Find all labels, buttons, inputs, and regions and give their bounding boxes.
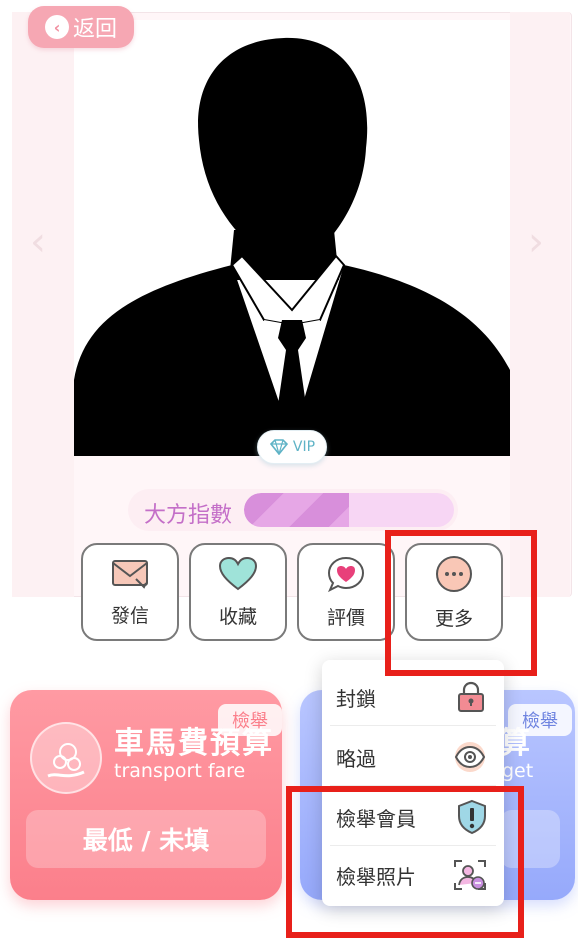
vip-label: VIP — [292, 439, 316, 455]
chevron-right-icon[interactable]: › — [528, 222, 552, 264]
vip-badge: VIP — [257, 430, 327, 464]
report-tag[interactable]: 檢舉 — [508, 704, 572, 736]
transport-fare-card: 車馬費預算 transport fare 最低 / 未填 檢舉 — [10, 690, 282, 900]
coin-hand-icon — [30, 722, 102, 794]
favorite-button[interactable]: 收藏 — [189, 543, 287, 641]
transport-fare-subtitle: transport fare — [114, 760, 246, 782]
photo-nav-right-area[interactable]: › — [510, 12, 570, 597]
profile-photo[interactable] — [74, 20, 510, 456]
menu-item-block[interactable]: 封鎖 — [322, 668, 504, 726]
review-button[interactable]: 評價 — [297, 543, 395, 641]
generosity-index-fill — [244, 493, 349, 527]
menu-item-label: 封鎖 — [336, 686, 376, 711]
send-message-label: 發信 — [110, 604, 149, 627]
photo-nav-left-area[interactable]: ‹ — [12, 12, 74, 597]
back-button[interactable]: ‹ 返回 — [28, 6, 134, 48]
chevron-left-icon[interactable]: ‹ — [30, 222, 54, 264]
transport-fare-value: 最低 / 未填 — [26, 810, 266, 868]
send-message-button[interactable]: 發信 — [81, 543, 179, 641]
lock-icon — [458, 681, 484, 712]
avatar-silhouette-icon — [74, 37, 510, 456]
review-label: 評價 — [326, 606, 365, 629]
report-tag[interactable]: 檢舉 — [218, 704, 282, 736]
generosity-index-track — [244, 493, 454, 527]
highlight-box-more — [385, 530, 537, 676]
menu-item-skip[interactable]: 略過 — [322, 728, 504, 786]
generosity-index: 大方指數 — [128, 489, 458, 531]
heart-icon — [218, 556, 258, 590]
diamond-icon — [269, 439, 288, 455]
menu-item-label: 略過 — [336, 746, 376, 771]
generosity-index-label: 大方指數 — [144, 503, 233, 528]
favorite-label: 收藏 — [218, 605, 257, 628]
envelope-icon — [112, 559, 148, 589]
chevron-left-icon: ‹ — [44, 15, 69, 39]
budget-right-subtitle: get — [502, 760, 534, 782]
heart-chat-icon — [327, 556, 365, 592]
eye-icon — [454, 742, 486, 772]
highlight-box-report — [286, 786, 524, 938]
back-button-label: 返回 — [72, 17, 117, 42]
